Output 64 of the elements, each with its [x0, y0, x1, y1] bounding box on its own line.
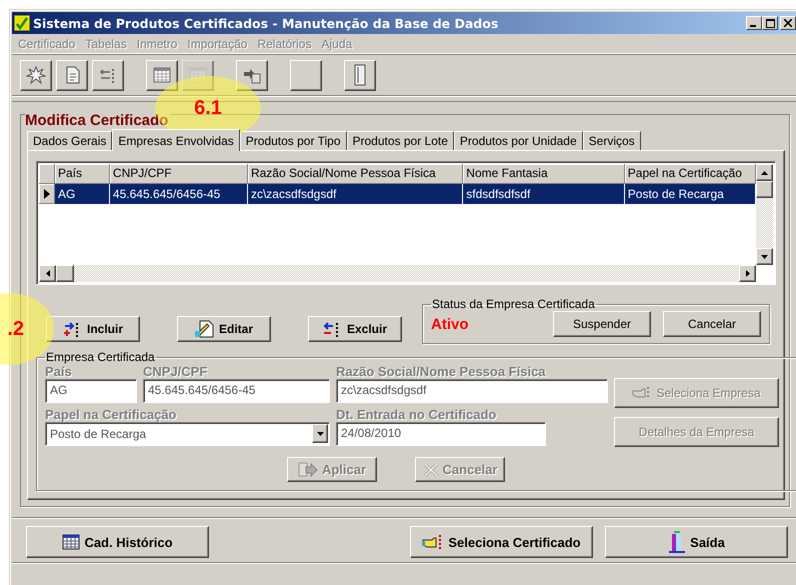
column-header[interactable]: Razão Social/Nome Pessoa Física	[248, 164, 464, 184]
group-title: Status da Empresa Certificada	[431, 297, 596, 311]
calendar-icon	[62, 534, 80, 550]
exit-door-icon	[668, 531, 686, 553]
table-cell: zc\zacsdfsdgsdf	[248, 184, 464, 204]
header-corner	[39, 164, 55, 184]
field-label: País	[45, 364, 73, 379]
horizontal-scrollbar[interactable]	[39, 265, 756, 282]
column-header[interactable]: CNPJ/CPF	[110, 164, 248, 184]
tab[interactable]: Serviços	[582, 131, 641, 150]
app-logo-icon	[14, 15, 30, 31]
door-icon	[353, 64, 367, 86]
table-cell: AG	[55, 184, 110, 204]
tab[interactable]: Produtos por Lote	[346, 131, 454, 150]
field-label: Dt. Entrada no Certificado	[336, 406, 498, 422]
status-text: Ativo	[431, 316, 470, 332]
action-button[interactable]: Editar	[177, 316, 271, 342]
row-pointer-icon	[44, 188, 50, 198]
starburst-icon	[26, 65, 46, 85]
footer-button[interactable]: Saída	[605, 526, 788, 558]
calendar-icon	[152, 66, 172, 84]
tab[interactable]: Produtos por Unidade	[454, 131, 583, 150]
input-field[interactable]: 45.645.645/6456-45	[143, 379, 330, 403]
close-icon	[784, 19, 792, 27]
scroll-thumb[interactable]	[756, 181, 773, 198]
close-button[interactable]	[780, 16, 796, 30]
apply-icon	[298, 462, 318, 478]
maximize-icon	[766, 18, 774, 28]
tab[interactable]: Produtos por Tipo	[240, 131, 346, 150]
up-arrow-icon	[761, 170, 768, 174]
dropdown-arrow-icon	[316, 432, 324, 436]
footer-button[interactable]: Cad. Histórico	[26, 526, 209, 558]
tab[interactable]: Dados Gerais	[27, 131, 112, 150]
column-header[interactable]: País	[55, 164, 110, 184]
field-label: Razão Social/Nome Pessoa Física	[336, 364, 547, 379]
input-field[interactable]: zc\zacsdfsdgsdf	[336, 379, 608, 403]
field-label: CNPJ/CPF	[143, 364, 208, 379]
column-header[interactable]: Papel na Certificação	[624, 164, 756, 184]
table-row[interactable]: AG 45.645.645/6456-45 zc\zacsdfsdgsdf sfdsdfsdfsdf Posto de Recarga	[39, 184, 756, 204]
group-title: Empresa Certificada	[45, 350, 156, 364]
table-cell: sfdsdfsdfsdf	[463, 184, 625, 204]
table-cell: Posto de Recarga	[624, 184, 756, 204]
cancel-x-icon	[422, 462, 439, 478]
scroll-thumb[interactable]	[56, 265, 74, 282]
left-arrow-icon	[46, 270, 50, 277]
table-cell: 45.645.645/6456-45	[110, 184, 248, 204]
right-arrow-icon	[746, 270, 750, 277]
column-header[interactable]: Nome Fantasia	[463, 164, 625, 184]
vertical-scrollbar[interactable]	[756, 164, 773, 265]
window-title: Sistema de Produtos Certificados - Manutenção da Base de Dados	[33, 16, 500, 30]
dropdown-field[interactable]: Posto de Recarga	[45, 422, 330, 446]
action-button[interactable]: Excluir	[308, 316, 402, 342]
maximize-button[interactable]	[762, 16, 778, 30]
input-field[interactable]: AG	[45, 379, 137, 403]
down-arrow-icon	[761, 254, 768, 258]
status-button[interactable]: Suspender	[553, 311, 651, 337]
footer-button[interactable]: Seleciona Certificado	[410, 526, 593, 558]
edit-document-icon	[194, 320, 215, 338]
action-button[interactable]: Incluir	[46, 316, 140, 342]
minimize-button[interactable]	[746, 16, 762, 30]
field-label: Papel na Certificação	[45, 406, 178, 422]
status-button[interactable]: Cancelar	[663, 311, 761, 337]
tab[interactable]: Empresas Envolvidas	[112, 129, 240, 151]
input-field[interactable]: 24/08/2010	[336, 422, 546, 446]
